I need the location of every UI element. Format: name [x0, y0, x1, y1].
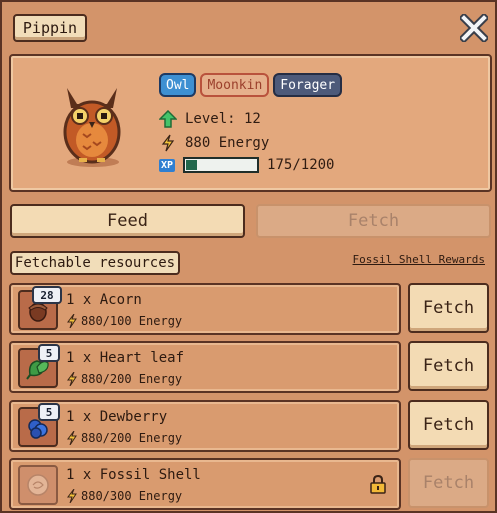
resource-name: 1 x Dewberry [66, 409, 168, 425]
owl-portrait-icon [63, 88, 121, 167]
resource-cost-text: 880/200 Energy [81, 431, 183, 445]
tab-fetch[interactable]: Fetch [256, 204, 491, 238]
resource-cost: 880/100 Energy [66, 314, 182, 328]
resource-name: 1 x Fossil Shell [66, 467, 201, 483]
resource-slot [18, 465, 58, 505]
level-stat: Level: 12 [159, 110, 261, 128]
energy-bolt-icon [67, 372, 77, 386]
xp-text: 175/1200 [267, 157, 335, 173]
tab-feed[interactable]: Feed [10, 204, 245, 238]
level-text: Level: 12 [185, 111, 261, 127]
close-icon[interactable] [460, 14, 488, 42]
resource-cost-text: 880/200 Energy [81, 372, 183, 386]
level-up-arrow-icon [159, 110, 177, 128]
lock-icon [370, 474, 386, 494]
resource-name: 1 x Heart leaf [66, 350, 185, 366]
energy-bolt-icon [67, 431, 77, 445]
fossil-shell-icon [27, 474, 49, 496]
fossil-shell-rewards-link[interactable]: Fossil Shell Rewards [353, 253, 485, 266]
xp-progress-bar [183, 157, 260, 173]
xp-progress-fill [186, 160, 197, 170]
energy-text: 880 Energy [185, 135, 270, 151]
fetch-heart-leaf-button[interactable]: Fetch [408, 341, 489, 391]
resource-count-badge: 5 [38, 344, 60, 362]
pet-panel: Pippin Owl Moonkin Forager Level: 12 880… [0, 0, 497, 513]
resource-slot: 5 [18, 403, 60, 447]
tag-forager: Forager [273, 73, 343, 97]
energy-bolt-icon [67, 314, 77, 328]
xp-badge: XP [159, 158, 176, 172]
resource-cost-text: 880/300 Energy [81, 489, 183, 503]
energy-bolt-icon [67, 489, 77, 503]
xp-stat: XP 175/1200 [159, 157, 334, 173]
section-label: Fetchable resources [10, 251, 180, 275]
fetch-fossil-shell-button: Fetch [408, 458, 489, 508]
resource-name: 1 x Acorn [66, 292, 142, 308]
resource-row-dewberry: 5 1 x Dewberry 880/200 Energy [9, 400, 401, 452]
resource-row-fossil-shell: 1 x Fossil Shell 880/300 Energy [9, 458, 401, 510]
tag-owl: Owl [159, 73, 197, 97]
resource-cost: 880/200 Energy [66, 431, 182, 445]
resource-cost-text: 880/100 Energy [81, 314, 183, 328]
tag-moonkin: Moonkin [200, 73, 270, 97]
fetch-acorn-button[interactable]: Fetch [408, 283, 489, 333]
resource-count-badge: 5 [38, 403, 60, 421]
fetch-dewberry-button[interactable]: Fetch [408, 400, 489, 450]
pet-name: Pippin [13, 14, 87, 42]
resource-row-acorn: 28 1 x Acorn 880/100 Energy [9, 283, 401, 335]
resource-slot: 5 [18, 344, 60, 388]
energy-stat: 880 Energy [159, 134, 269, 152]
resource-cost: 880/300 Energy [66, 489, 182, 503]
pet-info-card: Owl Moonkin Forager Level: 12 880 Energy… [9, 54, 492, 192]
pet-tags: Owl Moonkin Forager [159, 73, 343, 97]
energy-bolt-icon [161, 134, 175, 152]
resource-count-badge: 28 [32, 286, 62, 304]
resource-cost: 880/200 Energy [66, 372, 182, 386]
resource-row-heart-leaf: 5 1 x Heart leaf 880/200 Energy [9, 341, 401, 393]
resource-slot: 28 [18, 286, 62, 330]
